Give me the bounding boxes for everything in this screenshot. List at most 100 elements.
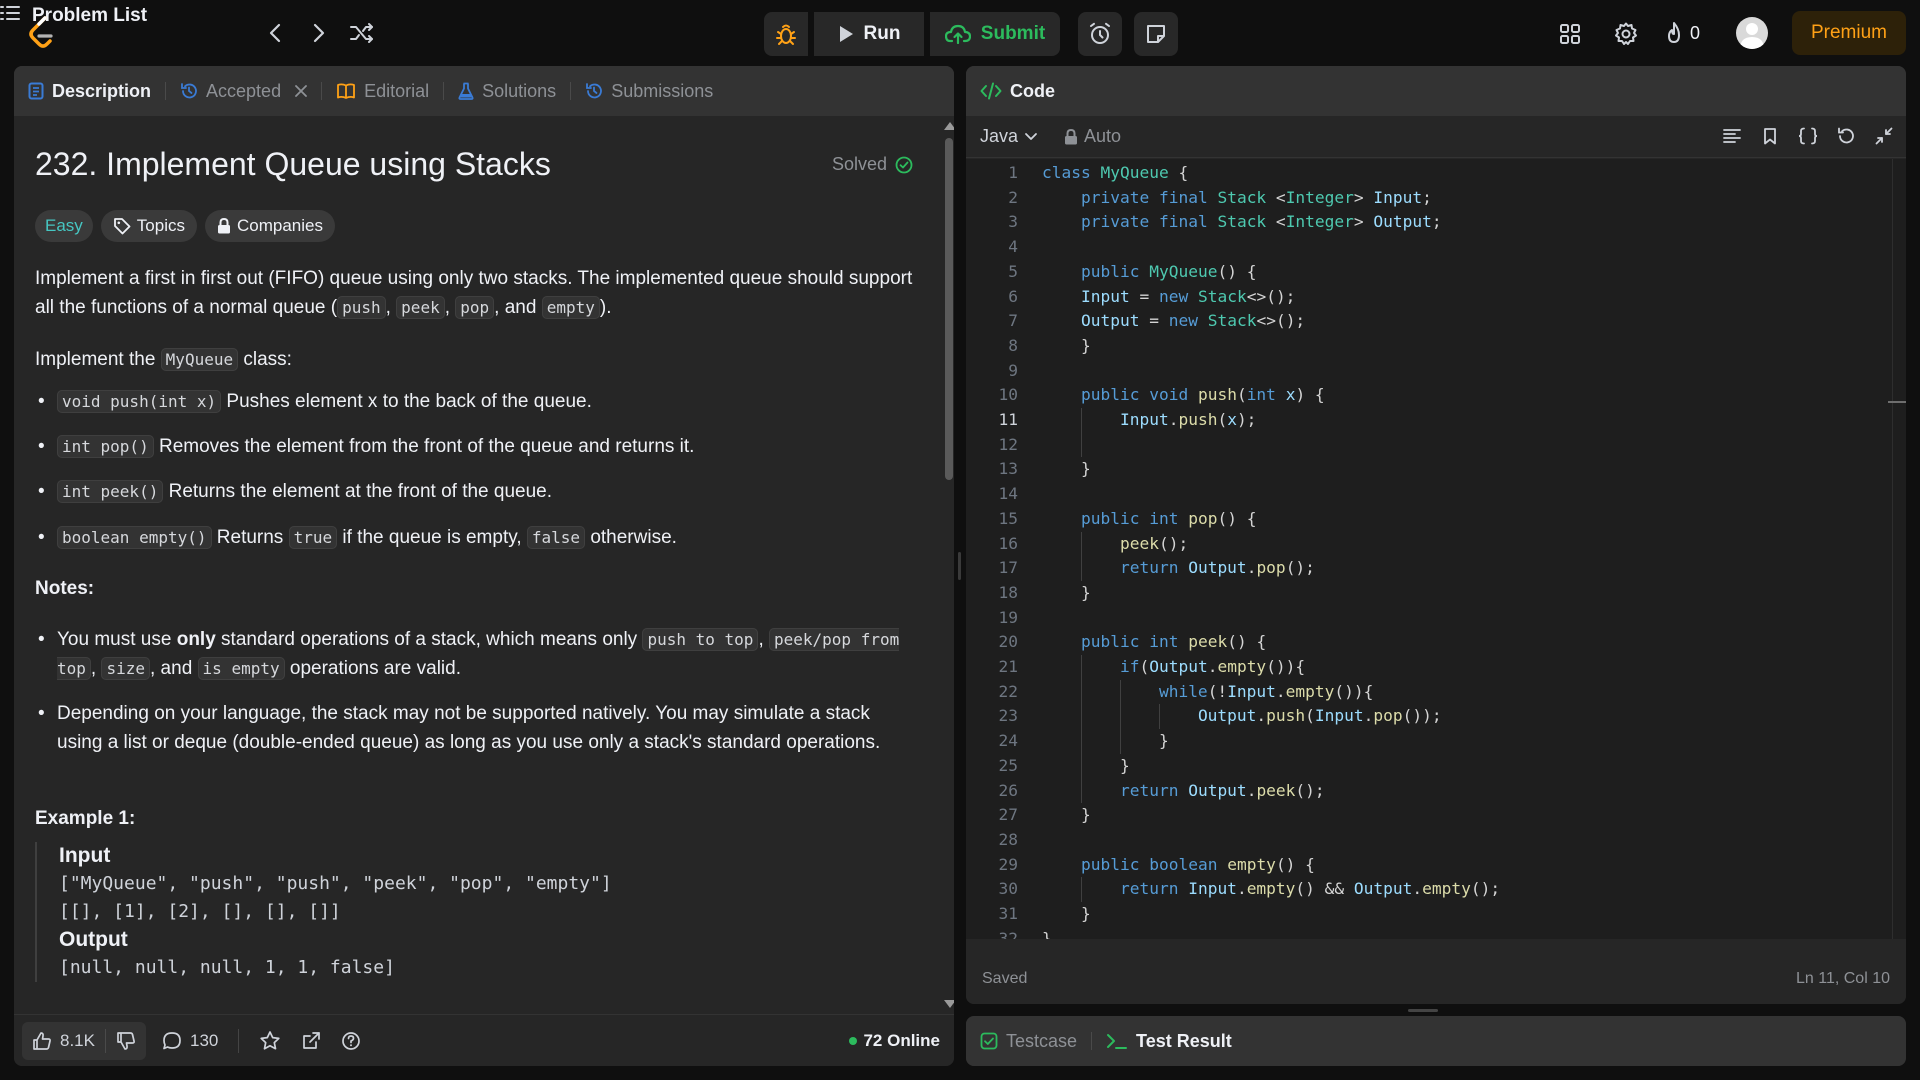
- method-item: int peek() Returns the element at the fr…: [35, 477, 915, 506]
- timer-button[interactable]: [1078, 12, 1122, 56]
- language-select[interactable]: Java: [980, 126, 1038, 147]
- code-line[interactable]: 25 }: [966, 754, 1886, 779]
- code-line[interactable]: 16 peek();: [966, 532, 1886, 557]
- code-line[interactable]: 19: [966, 606, 1886, 631]
- code-line[interactable]: 32}: [966, 927, 1886, 939]
- code-line[interactable]: 20 public int peek() {: [966, 630, 1886, 655]
- tab-description[interactable]: Description: [14, 66, 165, 116]
- difficulty-badge[interactable]: Easy: [35, 210, 93, 242]
- notes-button[interactable]: [1134, 12, 1178, 56]
- code-line[interactable]: 13 }: [966, 457, 1886, 482]
- star-icon: [260, 1030, 281, 1050]
- leetcode-logo-icon[interactable]: [24, 14, 62, 52]
- code-line[interactable]: 22 while(!Input.empty()){: [966, 680, 1886, 705]
- auto-mode-toggle[interactable]: Auto: [1064, 126, 1121, 147]
- code-line[interactable]: 30 return Input.empty() && Output.empty(…: [966, 877, 1886, 902]
- code-line[interactable]: 6 Input = new Stack<>();: [966, 285, 1886, 310]
- inline-code: push: [337, 296, 386, 319]
- tab-test-result-label: Test Result: [1136, 1030, 1232, 1051]
- line-number: 17: [998, 558, 1019, 578]
- implement-line: Implement the MyQueue class:: [35, 345, 915, 374]
- share-button[interactable]: [291, 1022, 331, 1060]
- note-item: You must use only standard operations of…: [35, 625, 915, 683]
- code-line[interactable]: 2 private final Stack <Integer> Input;: [966, 186, 1886, 211]
- code-line[interactable]: 31 }: [966, 902, 1886, 927]
- code-line[interactable]: 7 Output = new Stack<>();: [966, 309, 1886, 334]
- chevron-right-icon[interactable]: [306, 20, 332, 46]
- companies-button[interactable]: Companies: [204, 210, 335, 242]
- panel-resize-handle[interactable]: [958, 552, 961, 580]
- code-line[interactable]: 1 class MyQueue {: [966, 161, 1886, 186]
- tab-code[interactable]: Code: [966, 66, 1069, 116]
- inline-code: size: [101, 657, 150, 680]
- code-line[interactable]: 11 Input.push(x);: [966, 408, 1886, 433]
- bookmark-icon[interactable]: [1760, 125, 1780, 147]
- topics-button[interactable]: Topics: [100, 210, 197, 242]
- top-navbar: Problem List Run Submit 0 Premium: [0, 0, 1920, 66]
- tab-accepted[interactable]: Accepted: [166, 66, 321, 116]
- code-line[interactable]: 8 }: [966, 334, 1886, 359]
- braces-icon[interactable]: [1798, 125, 1818, 147]
- avatar[interactable]: [1736, 17, 1768, 49]
- code-line[interactable]: 26 return Output.peek();: [966, 779, 1886, 804]
- code-line[interactable]: 9: [966, 359, 1886, 384]
- inline-code: empty: [541, 296, 600, 319]
- line-text: Output = new Stack<>();: [1080, 311, 1306, 331]
- collapse-icon[interactable]: [1874, 125, 1894, 147]
- tab-editorial[interactable]: Editorial: [322, 66, 443, 116]
- code-line[interactable]: 28: [966, 828, 1886, 853]
- scroll-up-icon[interactable]: [944, 122, 954, 130]
- notes-heading: Notes:: [35, 578, 95, 599]
- editor-scrollbar[interactable]: [1892, 159, 1906, 939]
- dislike-button[interactable]: [106, 1022, 146, 1060]
- code-line[interactable]: 15 public int pop() {: [966, 507, 1886, 532]
- submit-label: Submit: [980, 23, 1046, 44]
- intro-and: , and: [494, 297, 542, 318]
- problem-intro: Implement a first in first out (FIFO) qu…: [35, 264, 915, 322]
- tab-submissions[interactable]: Submissions: [571, 66, 727, 116]
- chevron-left-icon[interactable]: [262, 20, 288, 46]
- reset-icon[interactable]: [1836, 125, 1856, 147]
- favorite-button[interactable]: [249, 1022, 291, 1060]
- code-line[interactable]: 5 public MyQueue() {: [966, 260, 1886, 285]
- test-tabbar: Testcase Test Result: [966, 1016, 1906, 1066]
- example-heading: Example 1:: [35, 808, 136, 829]
- run-button[interactable]: Run: [814, 12, 924, 56]
- scroll-down-icon[interactable]: [944, 1000, 954, 1008]
- close-icon[interactable]: [295, 81, 307, 102]
- tab-submissions-label: Submissions: [611, 80, 714, 101]
- code-line[interactable]: 24 }: [966, 729, 1886, 754]
- layout-grid-icon[interactable]: [1556, 20, 1584, 48]
- code-editor[interactable]: 1 class MyQueue {2 private final Stack <I…: [966, 159, 1906, 939]
- comments-button[interactable]: 130: [152, 1022, 228, 1060]
- tab-testcase[interactable]: Testcase: [966, 1016, 1091, 1066]
- streak-counter[interactable]: 0: [1664, 20, 1700, 46]
- code-line[interactable]: 3 private final Stack <Integer> Output;: [966, 210, 1886, 235]
- line-number: 19: [998, 607, 1019, 627]
- tab-test-result[interactable]: Test Result: [1092, 1016, 1246, 1066]
- help-button[interactable]: [331, 1022, 371, 1060]
- gear-icon[interactable]: [1612, 20, 1640, 48]
- like-button[interactable]: 8.1K: [22, 1022, 105, 1060]
- code-line[interactable]: 12: [966, 433, 1886, 458]
- code-line[interactable]: 18 }: [966, 581, 1886, 606]
- code-line[interactable]: 29 public boolean empty() {: [966, 853, 1886, 878]
- code-line[interactable]: 10 public void push(int x) {: [966, 383, 1886, 408]
- premium-button[interactable]: Premium: [1792, 11, 1906, 55]
- tab-solutions[interactable]: Solutions: [444, 66, 570, 116]
- code-line[interactable]: 23 Output.push(Input.pop());: [966, 704, 1886, 729]
- editor-resize-handle[interactable]: [1408, 1009, 1438, 1012]
- scrollbar-thumb[interactable]: [945, 138, 953, 480]
- code-line[interactable]: 17 return Output.pop();: [966, 556, 1886, 581]
- code-line[interactable]: 21 if(Output.empty()){: [966, 655, 1886, 680]
- code-line[interactable]: 4: [966, 235, 1886, 260]
- code-line[interactable]: 14: [966, 482, 1886, 507]
- description-scrollbar[interactable]: [940, 116, 954, 1014]
- method-desc: Returns the element at the front of the …: [163, 481, 553, 502]
- code-line[interactable]: 27 }: [966, 803, 1886, 828]
- submit-button[interactable]: Submit: [930, 12, 1060, 56]
- shuffle-icon[interactable]: [348, 20, 376, 46]
- cursor-position: Ln 11, Col 10: [1796, 970, 1890, 987]
- debug-button[interactable]: [764, 12, 808, 56]
- format-icon[interactable]: [1722, 125, 1742, 147]
